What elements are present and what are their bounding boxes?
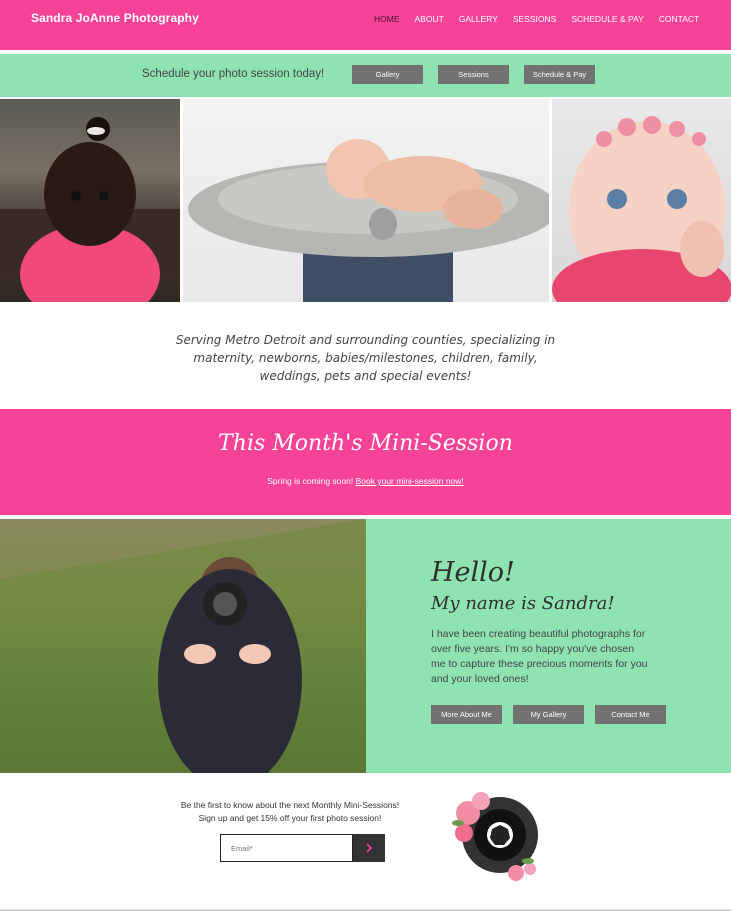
nav-sessions[interactable]: SESSIONS	[513, 13, 556, 25]
baby-flower-headband-photo	[552, 99, 731, 302]
submit-button[interactable]	[353, 834, 385, 862]
nav-about[interactable]: ABOUT	[415, 13, 444, 25]
schedule-text: Schedule your photo session today!	[142, 68, 325, 80]
service-tagline: Serving Metro Detroit and surrounding co…	[0, 331, 731, 385]
hello-heading: Hello!	[431, 557, 515, 588]
newsletter-signup: Be the first to know about the next Mont…	[0, 773, 731, 911]
my-name-heading: My name is Sandra!	[431, 593, 615, 614]
photographer-photo	[0, 519, 366, 773]
my-gallery-button[interactable]: My Gallery	[513, 705, 584, 724]
nav-gallery[interactable]: GALLERY	[459, 13, 498, 25]
strip-sessions-button[interactable]: Sessions	[438, 65, 509, 84]
nav-home[interactable]: HOME	[374, 13, 400, 25]
mini-session-text: Spring is coming soon! Book your mini-se…	[0, 476, 731, 486]
mini-session-prefix: Spring is coming soon!	[267, 476, 354, 486]
site-header: Sandra JoAnne Photography HOME ABOUT GAL…	[0, 0, 731, 50]
email-input[interactable]	[221, 835, 352, 861]
baby-girl-pink-dress-photo	[0, 99, 180, 302]
more-about-me-button[interactable]: More About Me	[431, 705, 502, 724]
schedule-strip: Schedule your photo session today! Galle…	[0, 54, 731, 97]
photo-banner	[0, 99, 731, 302]
newborn-sleeping-photo	[183, 99, 549, 302]
about-panel: Hello! My name is Sandra! I have been cr…	[366, 519, 731, 773]
tagline-line-1: Serving Metro Detroit and surrounding co…	[175, 333, 556, 347]
main-nav: HOME ABOUT GALLERY SESSIONS SCHEDULE & P…	[374, 13, 714, 25]
strip-schedule-pay-button[interactable]: Schedule & Pay	[524, 65, 595, 84]
book-mini-session-link[interactable]: Book your mini-session now!	[356, 476, 464, 486]
brand-logo-text[interactable]: Sandra JoAnne Photography	[31, 11, 199, 25]
mini-session-title: This Month's Mini-Session	[218, 431, 513, 456]
nav-contact[interactable]: CONTACT	[659, 13, 699, 25]
email-field-wrapper	[220, 834, 353, 862]
nav-schedule-pay[interactable]: SCHEDULE & PAY	[571, 13, 643, 25]
about-text: I have been creating beautiful photograp…	[431, 628, 648, 685]
strip-gallery-button[interactable]: Gallery	[352, 65, 423, 84]
chevron-right-icon	[366, 843, 373, 853]
tagline-line-2: maternity, newborns, babies/milestones, …	[193, 351, 538, 365]
mini-session-banner: This Month's Mini-Session Spring is comi…	[0, 409, 731, 515]
camera-floral-logo	[448, 783, 543, 883]
contact-me-button[interactable]: Contact Me	[595, 705, 666, 724]
tagline-line-3: weddings, pets and special events!	[259, 369, 472, 383]
